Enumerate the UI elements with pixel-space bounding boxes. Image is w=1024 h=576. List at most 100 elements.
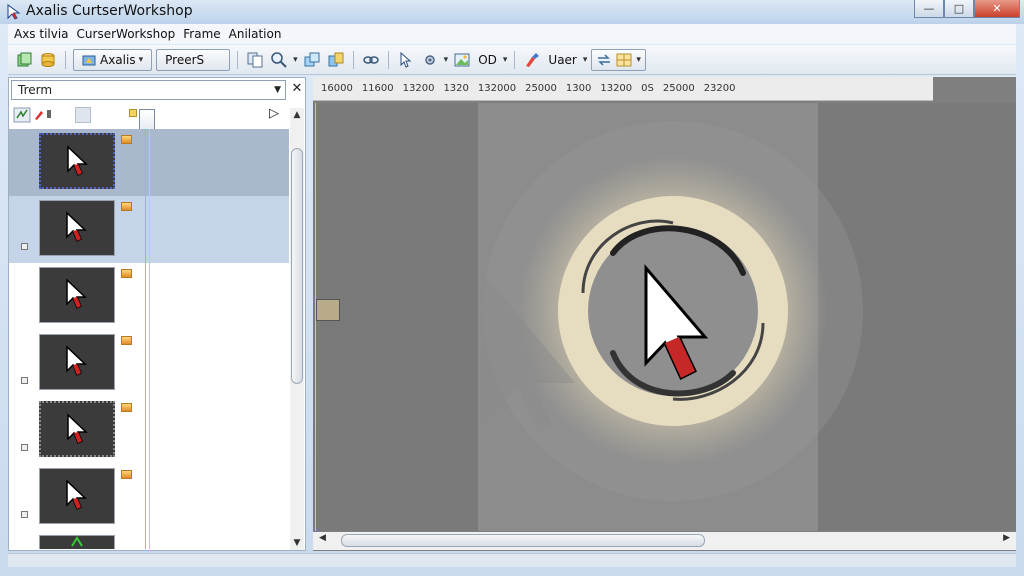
frames-panel: Trerm ▼ ✕ ▷ ▲ ▼ [8,77,306,551]
image-icon[interactable] [452,50,472,70]
frame-thumbnail [39,334,115,390]
frame-flag-icon [121,403,132,412]
frame-marker [21,511,28,518]
database-icon[interactable] [38,50,58,70]
play-icon[interactable]: ▷ [269,106,279,121]
filter-dropdown-value: Trerm [18,83,53,97]
scrollbar-thumb[interactable] [341,534,705,547]
frame-tool-button[interactable] [75,107,91,123]
cursor-arrow-icon [71,536,83,547]
layers-icon[interactable] [302,50,322,70]
new-icon[interactable] [14,50,34,70]
effects-icon[interactable] [326,50,346,70]
canvas-horizontal-scrollbar[interactable]: ◀ ▶ [313,532,1016,550]
cursor-arrow-icon [67,145,88,177]
frame-flag-icon [121,202,132,211]
cursor-arrow-icon [67,413,88,445]
frame-thumbnail [39,401,115,457]
chevron-down-icon: ▾ [636,54,641,65]
ruler-label: 23200 [703,83,736,94]
frame-thumbnail [39,133,115,189]
scrollbar-thumb[interactable] [291,148,303,384]
user-label[interactable]: Uaer [546,53,578,67]
hotspot-icon[interactable] [396,50,416,70]
preset-button[interactable]: PreerS [156,48,231,71]
gear-icon[interactable] [420,50,440,70]
copy-icon[interactable] [245,50,265,70]
status-bar [8,553,1016,567]
editor-canvas-area: 16000 11600 13200 1320 132000 25000 1300… [313,77,1016,551]
view-mode-button[interactable]: ▾ [591,48,646,71]
frame-flag-icon [121,135,132,144]
app-logo-icon [6,4,22,20]
chevron-down-icon: ▼ [274,85,281,95]
play-controls-icon[interactable] [13,106,53,124]
axalis-button-label: Axalis [100,52,136,67]
app-window: Axalis CurtserWorkshop — □ ✕ Axs tilvia … [0,0,1024,576]
menu-item-curserworkshop[interactable]: CurserWorkshop [77,27,176,41]
frame-flag-icon [121,470,132,479]
cursor-arrow-icon [66,345,87,377]
toolbar-separator [387,50,389,69]
axalis-button[interactable]: Axalis ▾ [73,48,153,71]
ruler-label: 0S [641,83,654,94]
ruler-label: 13200 [600,83,633,94]
timeline-marker-line [145,129,146,549]
frames-scrollbar[interactable]: ▲ ▼ [290,108,304,550]
toolbar-separator [352,50,354,69]
ruler-label: 16000 [321,83,353,94]
timeline-guide-line [149,129,150,549]
axalis-icon [82,55,96,65]
paint-icon[interactable] [522,50,542,70]
frame-marker [21,444,28,451]
frame-thumbnail [39,468,115,524]
chevron-down-icon[interactable]: ▾ [293,55,298,65]
menu-bar: Axs tilvia CurserWorkshop Frame Anilatio… [8,24,1016,44]
filter-row: Trerm ▼ ✕ [11,80,303,100]
window-controls: — □ ✕ [914,0,1020,18]
menu-item-file[interactable]: Axs tilvia [14,27,69,41]
close-button[interactable]: ✕ [974,0,1020,18]
op-label[interactable]: OD [476,53,499,67]
menu-item-frame[interactable]: Frame [183,27,220,41]
chevron-down-icon[interactable]: ▾ [503,55,508,65]
frame-marker [21,377,28,384]
frame-flag-icon [121,269,132,278]
menu-item-animation[interactable]: Anilation [229,27,282,41]
marker-icon [129,109,137,117]
swirl-cursor-preview [483,121,863,501]
filter-dropdown[interactable]: Trerm ▼ [11,80,286,100]
cursor-canvas[interactable] [313,103,1016,531]
cursor-arrow-icon [66,479,87,511]
panel-tools: ▷ [11,105,303,125]
toolbar-separator [65,50,66,69]
frame-flag-icon [121,336,132,345]
frame-thumbnail [39,267,115,323]
zoom-icon[interactable] [269,50,289,70]
window-title: Axalis CurtserWorkshop [26,3,193,19]
toolbar: Axalis ▾ PreerS ▾ ▾ OD ▾ Uaer ▾ ▾ [8,45,1016,75]
ruler-label: 11600 [361,83,394,94]
chevron-down-icon[interactable]: ▾ [444,55,449,65]
ruler-label: 13200 [402,83,435,94]
chevron-down-icon[interactable]: ▾ [583,55,588,65]
grid-icon [616,53,632,66]
scroll-left-icon[interactable]: ◀ [319,533,326,543]
ruler-label: 1300 [565,83,592,94]
link-icon[interactable] [361,50,381,70]
title-bar: Axalis CurtserWorkshop — □ ✕ [0,0,1024,24]
ruler-label: 25000 [662,83,695,94]
maximize-button[interactable]: □ [944,0,974,18]
scroll-down-icon[interactable]: ▼ [290,538,304,548]
chevron-down-icon: ▾ [138,54,144,65]
ruler-label: 132000 [477,83,517,94]
frame-thumbnail [39,200,115,256]
close-icon[interactable]: ✕ [289,81,305,99]
minimize-button[interactable]: — [914,0,944,18]
scroll-right-icon[interactable]: ▶ [1003,533,1010,543]
timeline-ruler: 16000 11600 13200 1320 132000 25000 1300… [313,77,933,101]
cursor-arrow-icon [66,278,87,310]
ruler-label: 1320 [443,83,469,94]
frame-thumbnail [39,535,115,549]
scroll-up-icon[interactable]: ▲ [290,110,304,120]
